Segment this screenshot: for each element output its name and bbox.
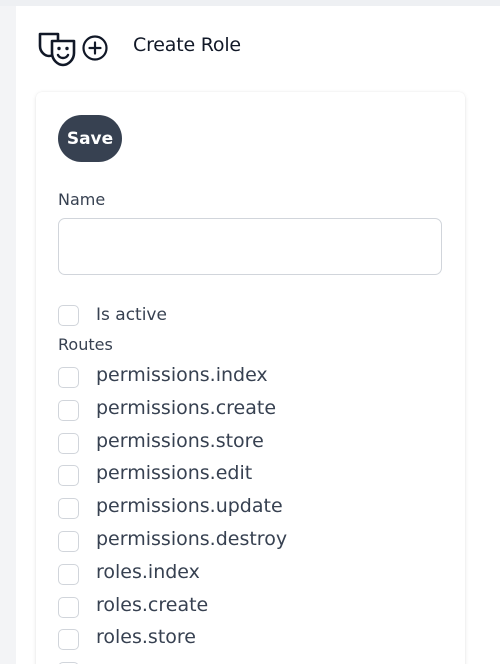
page-title: Create Role (133, 34, 241, 56)
page: Create Role Save Name Is active Routes p… (0, 0, 500, 664)
page-header: Create Role (16, 6, 500, 86)
route-checkbox[interactable] (58, 465, 79, 487)
route-item (58, 659, 458, 664)
route-item: permissions.update (58, 495, 458, 528)
routes-list: permissions.index permissions.create per… (58, 364, 458, 664)
route-label: permissions.create (96, 396, 277, 419)
is-active-row: Is active (58, 304, 438, 328)
route-item: permissions.store (58, 430, 458, 463)
route-checkbox[interactable] (58, 563, 79, 585)
route-checkbox[interactable] (58, 367, 79, 388)
route-label: permissions.destroy (96, 527, 288, 550)
masks-icon (38, 32, 76, 67)
route-item: roles.store (58, 626, 458, 659)
route-label: permissions.update (96, 495, 283, 518)
route-label: permissions.edit (96, 462, 253, 485)
is-active-checkbox[interactable] (58, 305, 79, 326)
route-label: permissions.store (96, 429, 264, 452)
route-checkbox[interactable] (58, 432, 79, 454)
plus-circle-icon[interactable] (81, 34, 109, 62)
route-checkbox[interactable] (58, 596, 79, 618)
route-label: permissions.index (96, 364, 268, 386)
route-item: permissions.destroy (58, 528, 458, 561)
header-icons (38, 28, 109, 68)
name-input[interactable] (58, 218, 442, 275)
is-active-label: Is active (96, 305, 167, 325)
route-item: permissions.create (58, 397, 458, 430)
route-item: roles.index (58, 561, 458, 594)
route-checkbox[interactable] (58, 498, 79, 520)
route-item: permissions.index (58, 364, 458, 397)
name-label: Name (58, 190, 106, 209)
route-item: permissions.edit (58, 462, 458, 495)
route-checkbox[interactable] (58, 629, 79, 651)
route-label: roles.store (96, 626, 196, 649)
routes-label: Routes (58, 335, 113, 354)
route-checkbox[interactable] (58, 530, 79, 552)
role-form-card: Save Name Is active Routes permissions.i… (36, 92, 465, 664)
route-item: roles.create (58, 594, 458, 627)
route-checkbox[interactable] (58, 399, 79, 421)
route-label: roles.index (96, 560, 200, 583)
save-button[interactable]: Save (58, 115, 122, 162)
route-label: roles.create (96, 593, 209, 616)
